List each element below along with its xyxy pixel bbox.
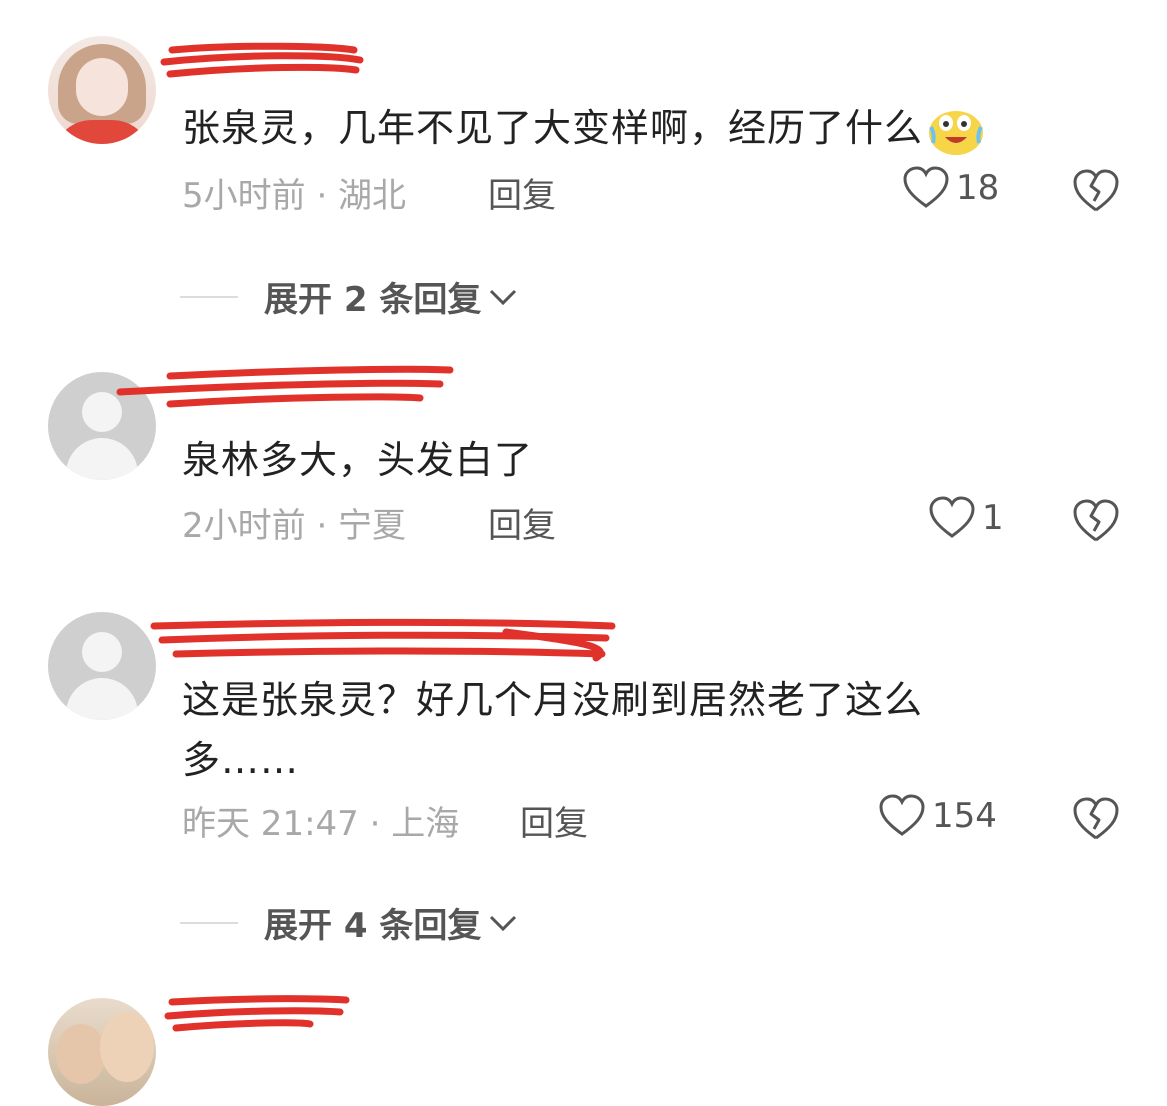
username-redaction xyxy=(150,618,616,662)
chevron-down-icon xyxy=(490,289,517,305)
username-redaction xyxy=(160,42,364,78)
divider-line xyxy=(180,921,238,924)
user-avatar[interactable] xyxy=(48,612,156,720)
comment-time-location: 昨天 21:47 · 上海 xyxy=(182,804,460,844)
broken-heart-icon[interactable] xyxy=(1072,796,1120,842)
crying-laugh-emoji-icon xyxy=(929,110,984,155)
heart-icon xyxy=(903,166,949,208)
user-avatar[interactable] xyxy=(48,998,156,1106)
like-button[interactable]: 154 xyxy=(878,794,997,838)
heart-icon xyxy=(879,794,925,836)
heart-icon xyxy=(929,496,975,538)
user-avatar[interactable] xyxy=(48,36,156,144)
expand-replies-button[interactable]: 展开 4 条回复 xyxy=(180,898,519,947)
like-count: 154 xyxy=(932,796,997,836)
like-count: 1 xyxy=(982,498,1004,538)
like-count: 18 xyxy=(956,168,1000,208)
divider-line xyxy=(180,295,238,298)
reply-button[interactable]: 回复 xyxy=(488,498,556,547)
comment-text: 张泉灵，几年不见了大变样啊，经历了什么 xyxy=(182,98,985,158)
comment-time-location: 2小时前 · 宁夏 xyxy=(182,506,407,546)
comment-text: 泉林多大，头发白了 xyxy=(182,438,534,482)
expand-replies-button[interactable]: 展开 2 条回复 xyxy=(180,272,519,321)
chevron-down-icon xyxy=(490,915,517,931)
broken-heart-icon[interactable] xyxy=(1072,498,1120,544)
comment-time-location: 5小时前 · 湖北 xyxy=(182,176,407,216)
username-redaction xyxy=(164,995,350,1032)
like-button[interactable]: 18 xyxy=(902,166,999,210)
username-redaction xyxy=(116,365,454,408)
like-button[interactable]: 1 xyxy=(928,496,1004,540)
broken-heart-icon[interactable] xyxy=(1072,168,1120,214)
reply-button[interactable]: 回复 xyxy=(520,796,588,845)
reply-button[interactable]: 回复 xyxy=(488,168,556,217)
comment-text: 这是张泉灵？好几个月没刷到居然老了这么 多…… xyxy=(182,678,924,782)
expand-replies-label: 展开 4 条回复 xyxy=(264,906,482,946)
expand-replies-label: 展开 2 条回复 xyxy=(264,280,482,320)
